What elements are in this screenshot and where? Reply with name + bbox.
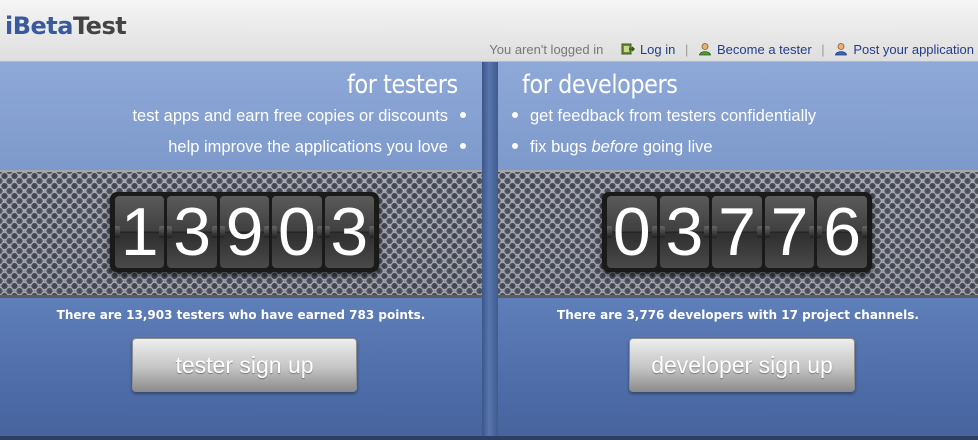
counter-digit: 3 [324,196,375,268]
logo-beta: Beta [12,12,74,40]
testers-heading: for testers [347,70,458,100]
tester-user-icon [699,43,711,56]
nav-post-application[interactable]: Post your application [834,42,974,57]
become-tester-link[interactable]: Become a tester [717,42,812,57]
counter-digit: 0 [607,196,657,268]
developer-user-icon [835,43,848,56]
list-item: help improve the applications you love [132,136,466,167]
counter-digit: 3 [659,196,710,268]
tester-signup-button[interactable]: tester sign up [132,338,357,392]
list-item: fix bugs before going live [512,136,816,167]
testers-signup-area: There are 13,903 testers who have earned… [0,298,482,440]
counter-digit: 6 [817,196,867,268]
bottom-bar [0,436,978,440]
developer-signup-button[interactable]: developer sign up [629,338,855,392]
bullet-icon [512,112,518,118]
developers-counter: 0 3 7 7 6 [602,192,872,272]
testers-counter: 1 3 9 0 3 [110,192,379,272]
bullet-icon [512,143,518,149]
bullet-icon [460,112,466,118]
perforated-metal-background: 0 3 7 7 6 [498,170,978,298]
site-logo[interactable]: iBetaTest [5,12,127,40]
testers-bullet-text: test apps and earn free copies or discou… [132,107,448,125]
counter-digit: 7 [764,196,815,268]
site-header: iBetaTest You aren't logged in Log in | … [0,0,978,62]
testers-intro: for testers test apps and earn free copi… [0,62,482,170]
developers-stats-text: There are 3,776 developers with 17 proje… [557,308,919,322]
developers-bullet-text-before: fix bugs [530,138,592,156]
developers-signup-area: There are 3,776 developers with 17 proje… [498,298,978,440]
counter-digit: 0 [272,196,322,268]
login-icon [621,43,635,55]
developers-bullet-text-after: going live [638,138,713,156]
counter-digit: 7 [712,196,762,268]
nav-separator: | [821,42,825,58]
counter-digit: 1 [115,196,165,268]
logo-i: i [5,12,13,40]
nav-separator: | [685,42,689,58]
top-nav: You aren't logged in Log in | Become a t… [489,41,974,57]
list-item: get feedback from testers confidentially [512,105,816,136]
panel-divider [482,62,498,440]
nav-become-tester[interactable]: Become a tester [698,42,812,57]
testers-panel: for testers test apps and earn free copi… [0,62,482,440]
developers-panel: for developers get feedback from testers… [498,62,978,440]
perforated-metal-background: 1 3 9 0 3 [0,170,482,298]
developers-bullet-emphasis: before [591,138,639,156]
testers-bullet-list: test apps and earn free copies or discou… [132,105,466,167]
testers-stats-text: There are 13,903 testers who have earned… [56,308,426,322]
login-status-text: You aren't logged in [489,42,604,58]
developers-intro: for developers get feedback from testers… [498,62,978,170]
nav-login[interactable]: Log in [621,42,675,57]
developers-bullet-list: get feedback from testers confidentially… [512,105,816,167]
bullet-icon [460,143,466,149]
post-application-link[interactable]: Post your application [853,42,974,57]
logo-test: Test [72,12,127,40]
testers-bullet-text: help improve the applications you love [168,138,448,156]
counter-digit: 3 [167,196,217,268]
developers-heading: for developers [522,70,678,100]
counter-digit: 9 [219,196,270,268]
list-item: test apps and earn free copies or discou… [132,105,466,136]
login-link[interactable]: Log in [640,42,675,57]
developers-bullet-text: get feedback from testers confidentially [530,107,817,125]
